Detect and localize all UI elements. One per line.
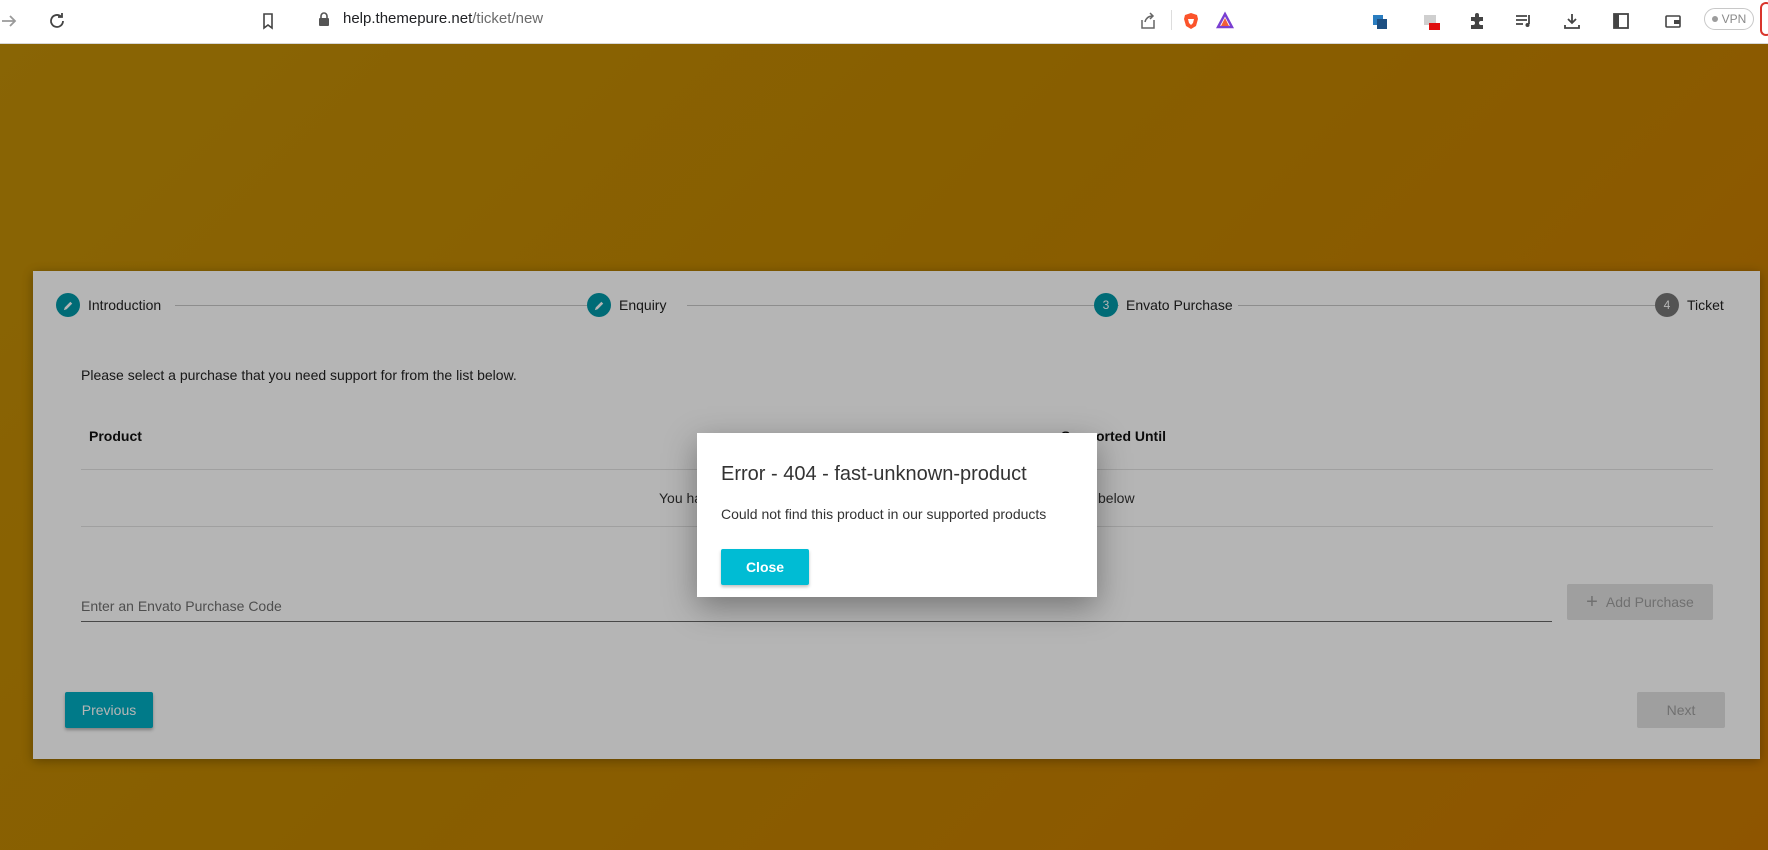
extension-icon-2[interactable] xyxy=(1418,8,1444,34)
download-icon[interactable] xyxy=(1559,8,1585,34)
forward-icon[interactable] xyxy=(0,8,22,34)
url-text: help.themepure.net/ticket/new xyxy=(343,10,543,27)
share-icon[interactable] xyxy=(1135,8,1161,34)
brave-shields-icon[interactable] xyxy=(1178,8,1204,34)
toolbar-divider xyxy=(1171,10,1172,30)
reload-icon[interactable] xyxy=(44,8,70,34)
vpn-status-icon xyxy=(1711,16,1718,22)
url-path: /ticket/new xyxy=(472,10,544,27)
browser-toolbar: help.themepure.net/ticket/new VPN xyxy=(0,0,1768,44)
extension-icon-1[interactable] xyxy=(1367,8,1393,34)
lock-icon xyxy=(319,12,329,26)
sidebar-icon[interactable] xyxy=(1608,8,1634,34)
vpn-button[interactable]: VPN xyxy=(1704,8,1754,30)
url-host: help.themepure.net xyxy=(343,10,473,27)
address-bar[interactable]: help.themepure.net/ticket/new xyxy=(300,0,1243,38)
wallet-icon[interactable] xyxy=(1660,8,1686,34)
playlist-icon[interactable] xyxy=(1511,8,1537,34)
profile-button-edge[interactable] xyxy=(1760,2,1768,36)
error-dialog: Error - 404 - fast-unknown-product Could… xyxy=(697,433,1097,597)
vpn-label: VPN xyxy=(1721,12,1747,26)
close-button[interactable]: Close xyxy=(721,549,809,585)
brave-rewards-icon[interactable] xyxy=(1212,8,1238,34)
dialog-title: Error - 404 - fast-unknown-product xyxy=(721,463,1027,485)
bookmark-icon[interactable] xyxy=(255,8,281,34)
dialog-message: Could not find this product in our suppo… xyxy=(721,506,1047,522)
puzzle-icon[interactable] xyxy=(1464,8,1490,34)
